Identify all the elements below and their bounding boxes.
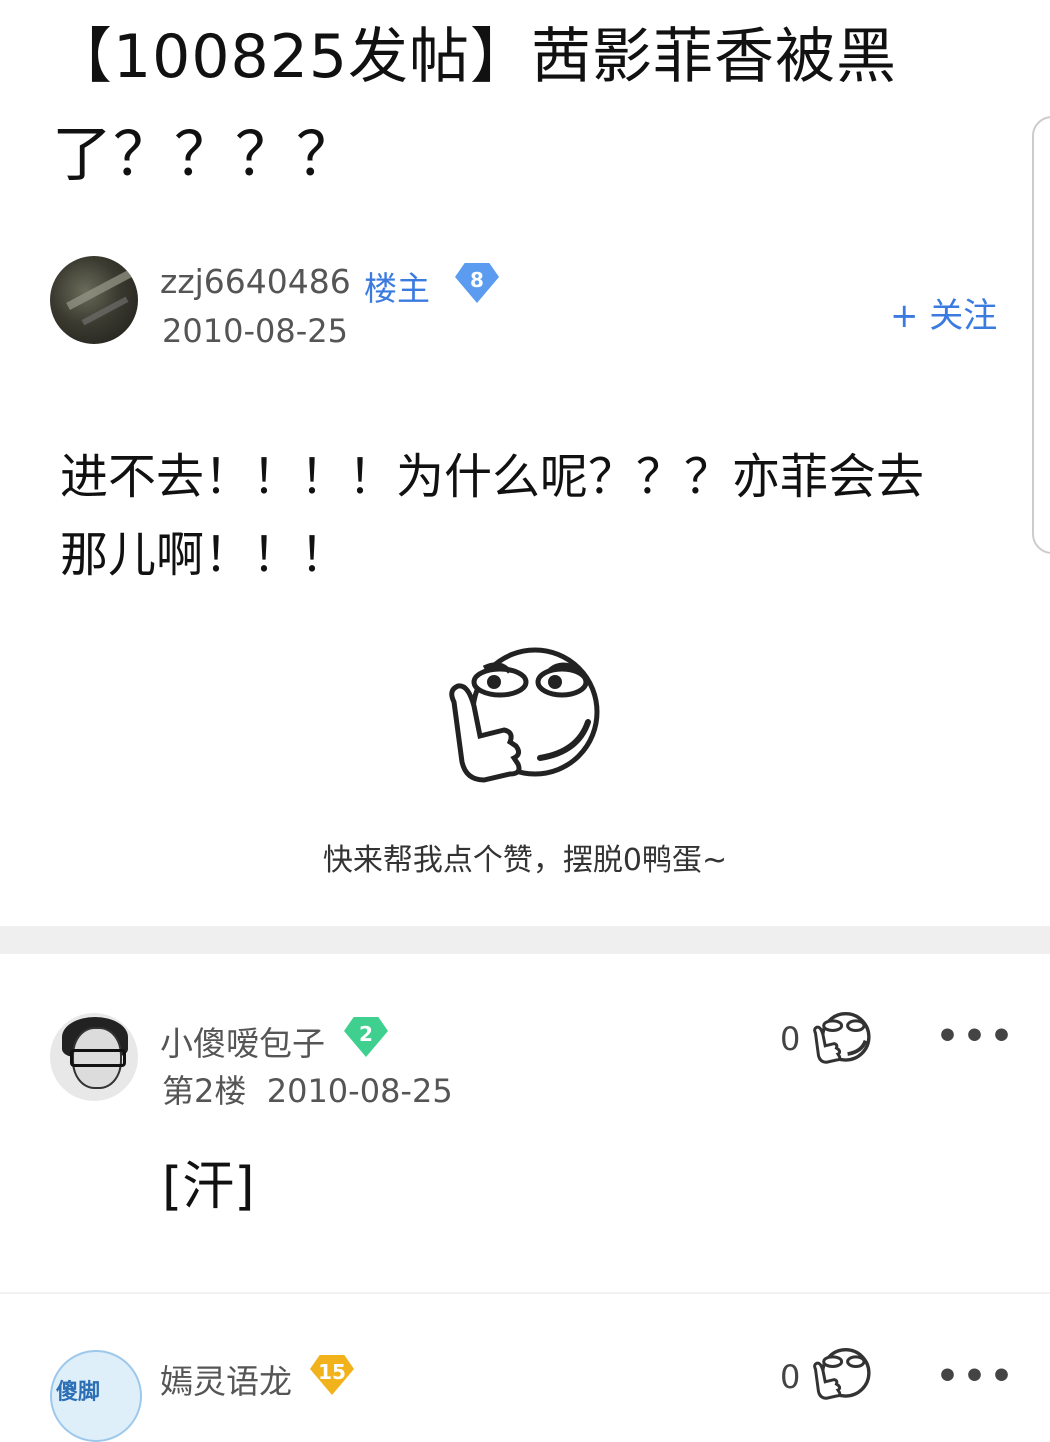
level-badge: 2: [344, 1017, 388, 1057]
level-badge: 8: [455, 263, 499, 303]
author-name[interactable]: zzj6640486: [160, 262, 351, 301]
post-title: 【100825发帖】茜影菲香被黑了？？？？: [52, 22, 898, 190]
like-emoji-icon[interactable]: [810, 1010, 874, 1066]
scrollbar-track[interactable]: [1032, 116, 1050, 554]
like-prompt: 快来帮我点个赞，摆脱0鸭蛋~: [322, 843, 728, 878]
section-divider: [0, 926, 1050, 954]
avatar[interactable]: [50, 256, 138, 344]
post-body: 进不去！！！！为什么呢？？？亦菲会去那儿啊！！！: [60, 449, 925, 583]
like-count: 0: [780, 1020, 801, 1058]
like-count: 0: [780, 1358, 801, 1396]
more-options-button[interactable]: •••: [936, 1356, 1017, 1397]
reply-author-name[interactable]: 嫣灵语龙: [160, 1355, 292, 1403]
op-badge: 楼主: [364, 269, 430, 308]
level-badge: 15: [310, 1355, 354, 1395]
avatar[interactable]: 傻脚: [50, 1350, 142, 1442]
avatar[interactable]: [50, 1013, 138, 1101]
avatar-text: 傻脚: [56, 1380, 101, 1405]
reply-author-name[interactable]: 小傻嗳包子: [160, 1017, 325, 1065]
post-date: 2010-08-25: [162, 312, 348, 350]
reply-content: [汗]: [162, 1157, 255, 1217]
follow-button[interactable]: + 关注: [890, 288, 997, 337]
like-emoji-icon[interactable]: [810, 1346, 874, 1402]
reply-divider: [0, 1292, 1050, 1294]
thinking-emoji-icon[interactable]: [440, 640, 610, 790]
reply-floor-info: 第2楼 2010-08-25: [162, 1072, 453, 1110]
more-options-button[interactable]: •••: [936, 1016, 1017, 1057]
